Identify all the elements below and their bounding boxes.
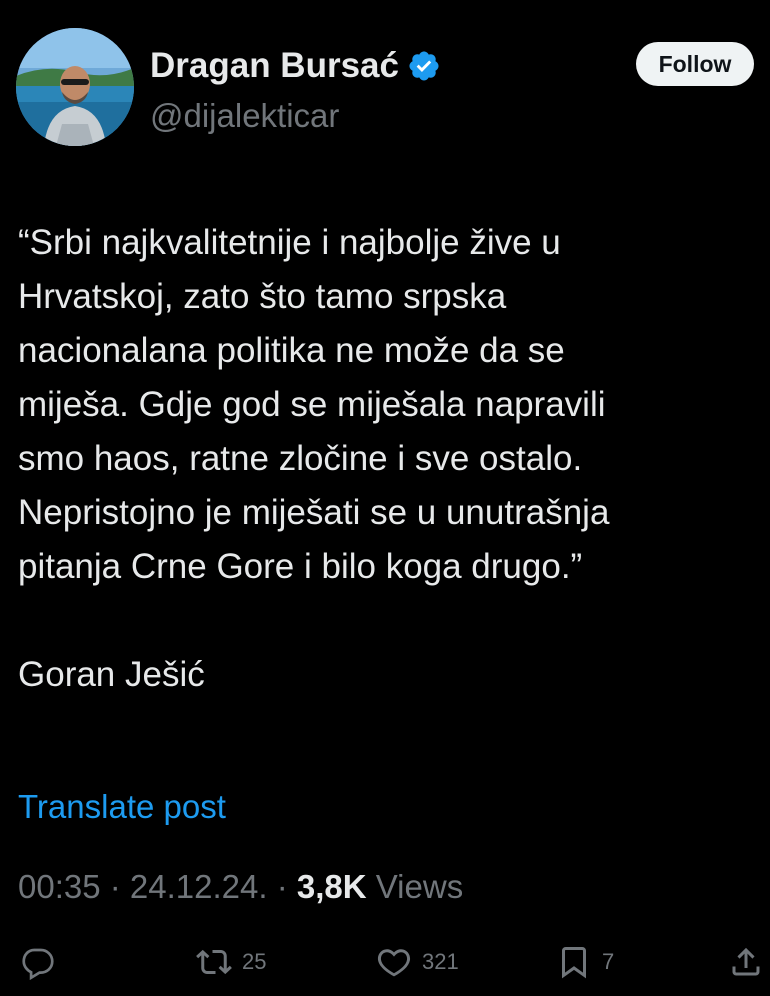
follow-button[interactable]: Follow [636, 42, 754, 86]
post-text: “Srbi najkvalitetnije i najbolje žive u … [18, 223, 610, 694]
post-time[interactable]: 00:35 [18, 868, 101, 905]
author-name[interactable]: Dragan Bursać [150, 44, 399, 88]
bookmark-button[interactable]: 7 [556, 944, 614, 980]
like-button[interactable]: 321 [376, 944, 459, 980]
views-label: Views [375, 868, 464, 905]
reply-icon [22, 948, 54, 980]
translate-post-link[interactable]: Translate post [18, 782, 226, 832]
avatar[interactable] [16, 28, 134, 146]
meta-separator: · [100, 868, 130, 905]
action-bar: 25 321 7 [0, 936, 770, 992]
repost-icon [196, 949, 232, 975]
repost-count: 25 [242, 949, 267, 974]
repost-button[interactable]: 25 [196, 944, 266, 980]
verified-badge-icon [409, 51, 439, 81]
author-handle[interactable]: @dijalekticar [150, 94, 339, 138]
bookmark-icon [562, 947, 586, 979]
post-date[interactable]: 24.12.24. [130, 868, 268, 905]
reply-button[interactable] [20, 944, 56, 980]
bookmark-count: 7 [602, 949, 615, 974]
heart-icon [377, 949, 411, 977]
share-icon [732, 947, 760, 976]
post-meta: 00:35 · 24.12.24. · 3,8K Views [18, 862, 463, 912]
like-count: 321 [422, 949, 459, 974]
post-header: Dragan Bursać @dijalekticar Follow [16, 28, 754, 148]
avatar-image [16, 28, 134, 146]
name-row: Dragan Bursać [150, 44, 441, 88]
views-count: 3,8K [296, 868, 367, 905]
share-button[interactable] [728, 944, 764, 980]
meta-separator: · [267, 868, 297, 905]
